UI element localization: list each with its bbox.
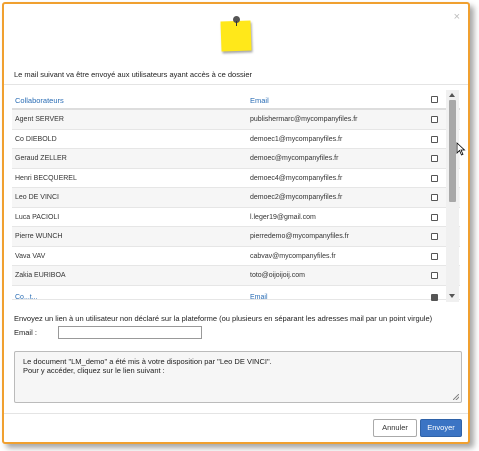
- email-label: Email :: [14, 328, 37, 337]
- table-row: Luca PACIOLI l.leger19@gmail.com: [12, 207, 460, 227]
- message-line-1: Le document "LM_demo" a été mis à votre …: [23, 357, 272, 366]
- table-row: Pierre WUNCH pierredemo@mycompanyfiles.f…: [12, 227, 460, 247]
- column-header-collaborateurs[interactable]: Collaborateurs: [15, 96, 64, 105]
- table-scrollbar[interactable]: [446, 90, 459, 302]
- table-body: Agent SERVER publishermarc@mycompanyfile…: [12, 110, 460, 301]
- mouse-cursor-icon: [456, 142, 466, 156]
- resize-handle-icon[interactable]: [453, 394, 459, 400]
- invite-label: Envoyez un lien à un utilisateur non déc…: [14, 314, 433, 323]
- footer-divider: [4, 413, 468, 414]
- column-header-email[interactable]: Email: [250, 96, 269, 105]
- collaborator-email: publishermarc@mycompanyfiles.fr: [250, 116, 358, 123]
- row-checkbox[interactable]: [431, 116, 438, 123]
- collaborator-name: Leo DE VINCI: [15, 194, 59, 201]
- row-checkbox[interactable]: [431, 155, 438, 162]
- row-checkbox[interactable]: [431, 233, 438, 240]
- collaborator-email: pierredemo@mycompanyfiles.fr: [250, 233, 349, 240]
- message-line-2: Pour y accéder, cliquez sur le lien suiv…: [23, 366, 165, 375]
- scroll-up-icon[interactable]: [449, 93, 455, 97]
- collaborator-name: Pierre WUNCH: [15, 233, 63, 240]
- share-dialog: × Le mail suivant va être envoyé aux uti…: [2, 2, 470, 444]
- row-checkbox[interactable]: [431, 194, 438, 201]
- cancel-button[interactable]: Annuler: [373, 419, 417, 437]
- scrollbar-thumb[interactable]: [449, 100, 456, 202]
- row-checkbox[interactable]: [431, 272, 438, 279]
- table-row: Henri BECQUEREL demoec4@mycompanyfiles.f…: [12, 168, 460, 188]
- collaborator-name: Co...t...: [15, 293, 38, 301]
- row-checkbox[interactable]: [431, 252, 438, 260]
- sticky-note-icon: [218, 16, 254, 54]
- collaborator-name: Luca PACIOLI: [15, 213, 60, 221]
- table-header: Collaborateurs Email: [12, 90, 460, 110]
- pushpin-icon: [233, 16, 240, 26]
- divider: [4, 84, 468, 85]
- collaborator-email: Email: [250, 293, 268, 301]
- collaborator-name: Vava VAV: [15, 252, 46, 260]
- collaborator-email: demoec4@mycompanyfiles.fr: [250, 174, 343, 182]
- collaborator-name: Agent SERVER: [15, 116, 64, 123]
- collaborator-email: toto@oijoijoij.com: [250, 272, 305, 279]
- collaborator-name: Henri BECQUEREL: [15, 174, 77, 182]
- collaborator-name: Co DIEBOLD: [15, 135, 57, 143]
- select-all-checkbox[interactable]: [431, 96, 438, 103]
- collaborator-name: Geraud ZELLER: [15, 155, 67, 162]
- send-button[interactable]: Envoyer: [420, 419, 462, 437]
- table-row-partial: Co...t... Email: [12, 285, 460, 301]
- table-row: Geraud ZELLER demoec@mycompanyfiles.fr: [12, 149, 460, 169]
- table-row: Agent SERVER publishermarc@mycompanyfile…: [12, 110, 460, 130]
- collaborator-name: Zakia EURIBOA: [15, 272, 66, 279]
- table-row: Co DIEBOLD demoec1@mycompanyfiles.fr: [12, 129, 460, 149]
- row-checkbox[interactable]: [431, 293, 438, 301]
- collaborator-email: l.leger19@gmail.com: [250, 213, 316, 221]
- recipients-table: Collaborateurs Email Agent SERVER publis…: [12, 90, 460, 302]
- row-checkbox[interactable]: [431, 135, 438, 143]
- collaborator-email: demoec@mycompanyfiles.fr: [250, 155, 339, 162]
- collaborator-email: demoec2@mycompanyfiles.fr: [250, 194, 343, 201]
- scroll-down-icon[interactable]: [449, 294, 455, 298]
- intro-text: Le mail suivant va être envoyé aux utili…: [14, 70, 253, 79]
- close-icon[interactable]: ×: [454, 12, 460, 23]
- table-row: Vava VAV cabvav@mycompanyfiles.fr: [12, 246, 460, 266]
- row-checkbox[interactable]: [431, 174, 438, 182]
- collaborator-email: cabvav@mycompanyfiles.fr: [250, 252, 336, 260]
- message-textarea[interactable]: Le document "LM_demo" a été mis à votre …: [14, 351, 462, 403]
- table-row: Zakia EURIBOA toto@oijoijoij.com: [12, 266, 460, 286]
- collaborator-email: demoec1@mycompanyfiles.fr: [250, 135, 343, 143]
- table-row: Leo DE VINCI demoec2@mycompanyfiles.fr: [12, 188, 460, 208]
- invite-email-input[interactable]: [58, 326, 202, 339]
- row-checkbox[interactable]: [431, 213, 438, 221]
